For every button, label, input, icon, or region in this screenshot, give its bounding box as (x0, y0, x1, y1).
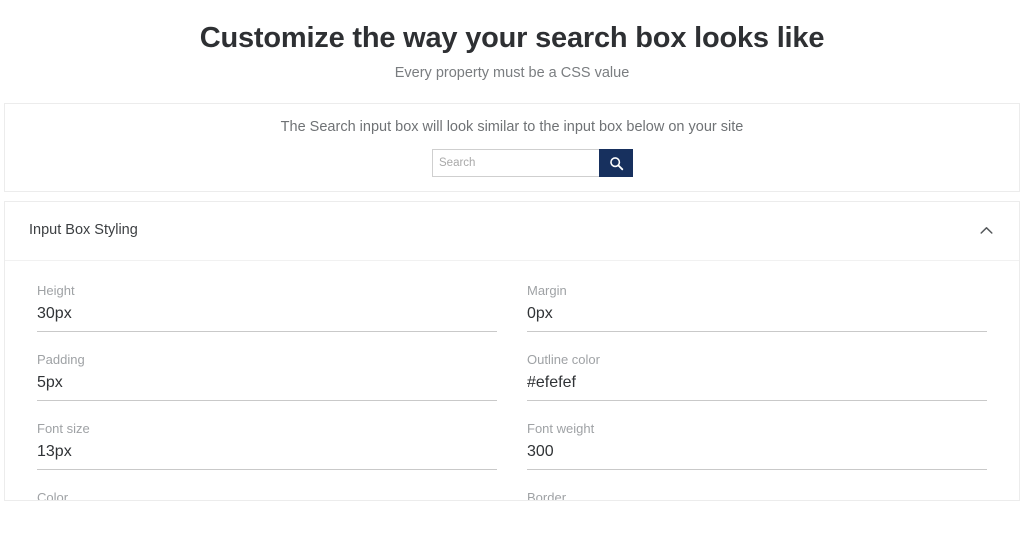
chevron-up-icon (979, 226, 993, 235)
font-size-input[interactable] (37, 441, 497, 471)
search-submit-button[interactable] (599, 149, 633, 178)
field-color: Color (37, 490, 497, 501)
field-height: Height (37, 283, 497, 332)
customize-search-box-page: Customize the way your search box looks … (0, 0, 1024, 535)
margin-input[interactable] (527, 302, 987, 332)
height-input[interactable] (37, 302, 497, 332)
field-label: Outline color (527, 351, 600, 367)
preview-note: The Search input box will look similar t… (280, 118, 744, 135)
outline-color-input[interactable] (527, 372, 987, 402)
collapse-toggle-button[interactable] (975, 220, 997, 242)
search-box-preview (432, 149, 633, 178)
page-header: Customize the way your search box looks … (0, 0, 1024, 83)
input-box-styling-header[interactable]: Input Box Styling (5, 202, 1019, 261)
field-label: Margin (527, 282, 567, 298)
field-label: Color (37, 490, 69, 501)
padding-input[interactable] (37, 372, 497, 402)
field-label: Border (527, 490, 567, 501)
font-weight-input[interactable] (527, 441, 987, 471)
field-padding: Padding (37, 351, 497, 402)
search-icon (609, 156, 624, 171)
field-label: Font weight (527, 421, 595, 437)
search-preview-card: The Search input box will look similar t… (4, 102, 1020, 192)
input-box-styling-card: Input Box Styling Height Margin (4, 200, 1020, 501)
input-box-styling-body: Height Margin Padding Outline color Font (5, 261, 1019, 501)
field-font-size: Font size (37, 421, 497, 471)
field-border: Border (527, 490, 987, 501)
panel-title: Input Box Styling (29, 221, 138, 238)
styling-field-grid: Height Margin Padding Outline color Font (37, 283, 987, 501)
field-font-weight: Font weight (527, 421, 987, 471)
field-label: Padding (37, 351, 85, 367)
field-outline-color: Outline color (527, 351, 987, 402)
page-title: Customize the way your search box looks … (199, 22, 825, 54)
field-margin: Margin (527, 283, 987, 332)
page-subtitle: Every property must be a CSS value (394, 65, 630, 82)
field-label: Font size (37, 421, 90, 437)
search-input[interactable] (432, 149, 599, 178)
field-label: Height (37, 282, 75, 298)
